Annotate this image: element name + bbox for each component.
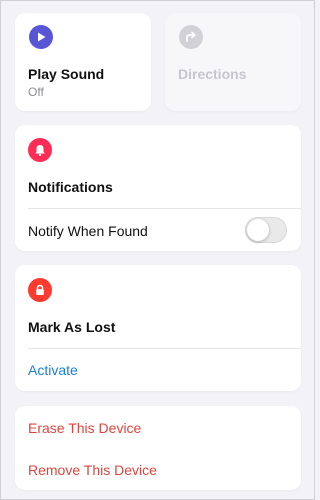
toggle-knob xyxy=(247,219,269,241)
device-actions-card: Erase This Device Remove This Device xyxy=(15,406,301,490)
erase-device-button[interactable]: Erase This Device xyxy=(28,420,141,436)
notify-when-found-label: Notify When Found xyxy=(28,223,148,239)
play-sound-tile[interactable]: Play Sound Off xyxy=(15,13,151,111)
mark-as-lost-title: Mark As Lost xyxy=(28,319,116,335)
device-detail-panel: Play Sound Off Directions Notifications … xyxy=(0,0,315,500)
bell-icon xyxy=(28,138,52,162)
mark-as-lost-card: Mark As Lost Activate xyxy=(15,265,301,391)
notify-when-found-toggle[interactable] xyxy=(245,217,287,243)
divider xyxy=(28,208,301,209)
directions-arrow-icon xyxy=(179,25,203,49)
directions-label: Directions xyxy=(178,66,247,82)
notifications-title: Notifications xyxy=(28,179,113,195)
activate-link[interactable]: Activate xyxy=(28,362,78,378)
notifications-card: Notifications Notify When Found xyxy=(15,125,301,251)
lock-icon xyxy=(28,278,52,302)
play-sound-label: Play Sound xyxy=(28,66,105,82)
play-icon xyxy=(29,25,53,49)
divider xyxy=(28,348,301,349)
directions-tile[interactable]: Directions xyxy=(165,13,301,111)
play-sound-status: Off xyxy=(28,85,44,99)
remove-device-button[interactable]: Remove This Device xyxy=(28,462,157,478)
